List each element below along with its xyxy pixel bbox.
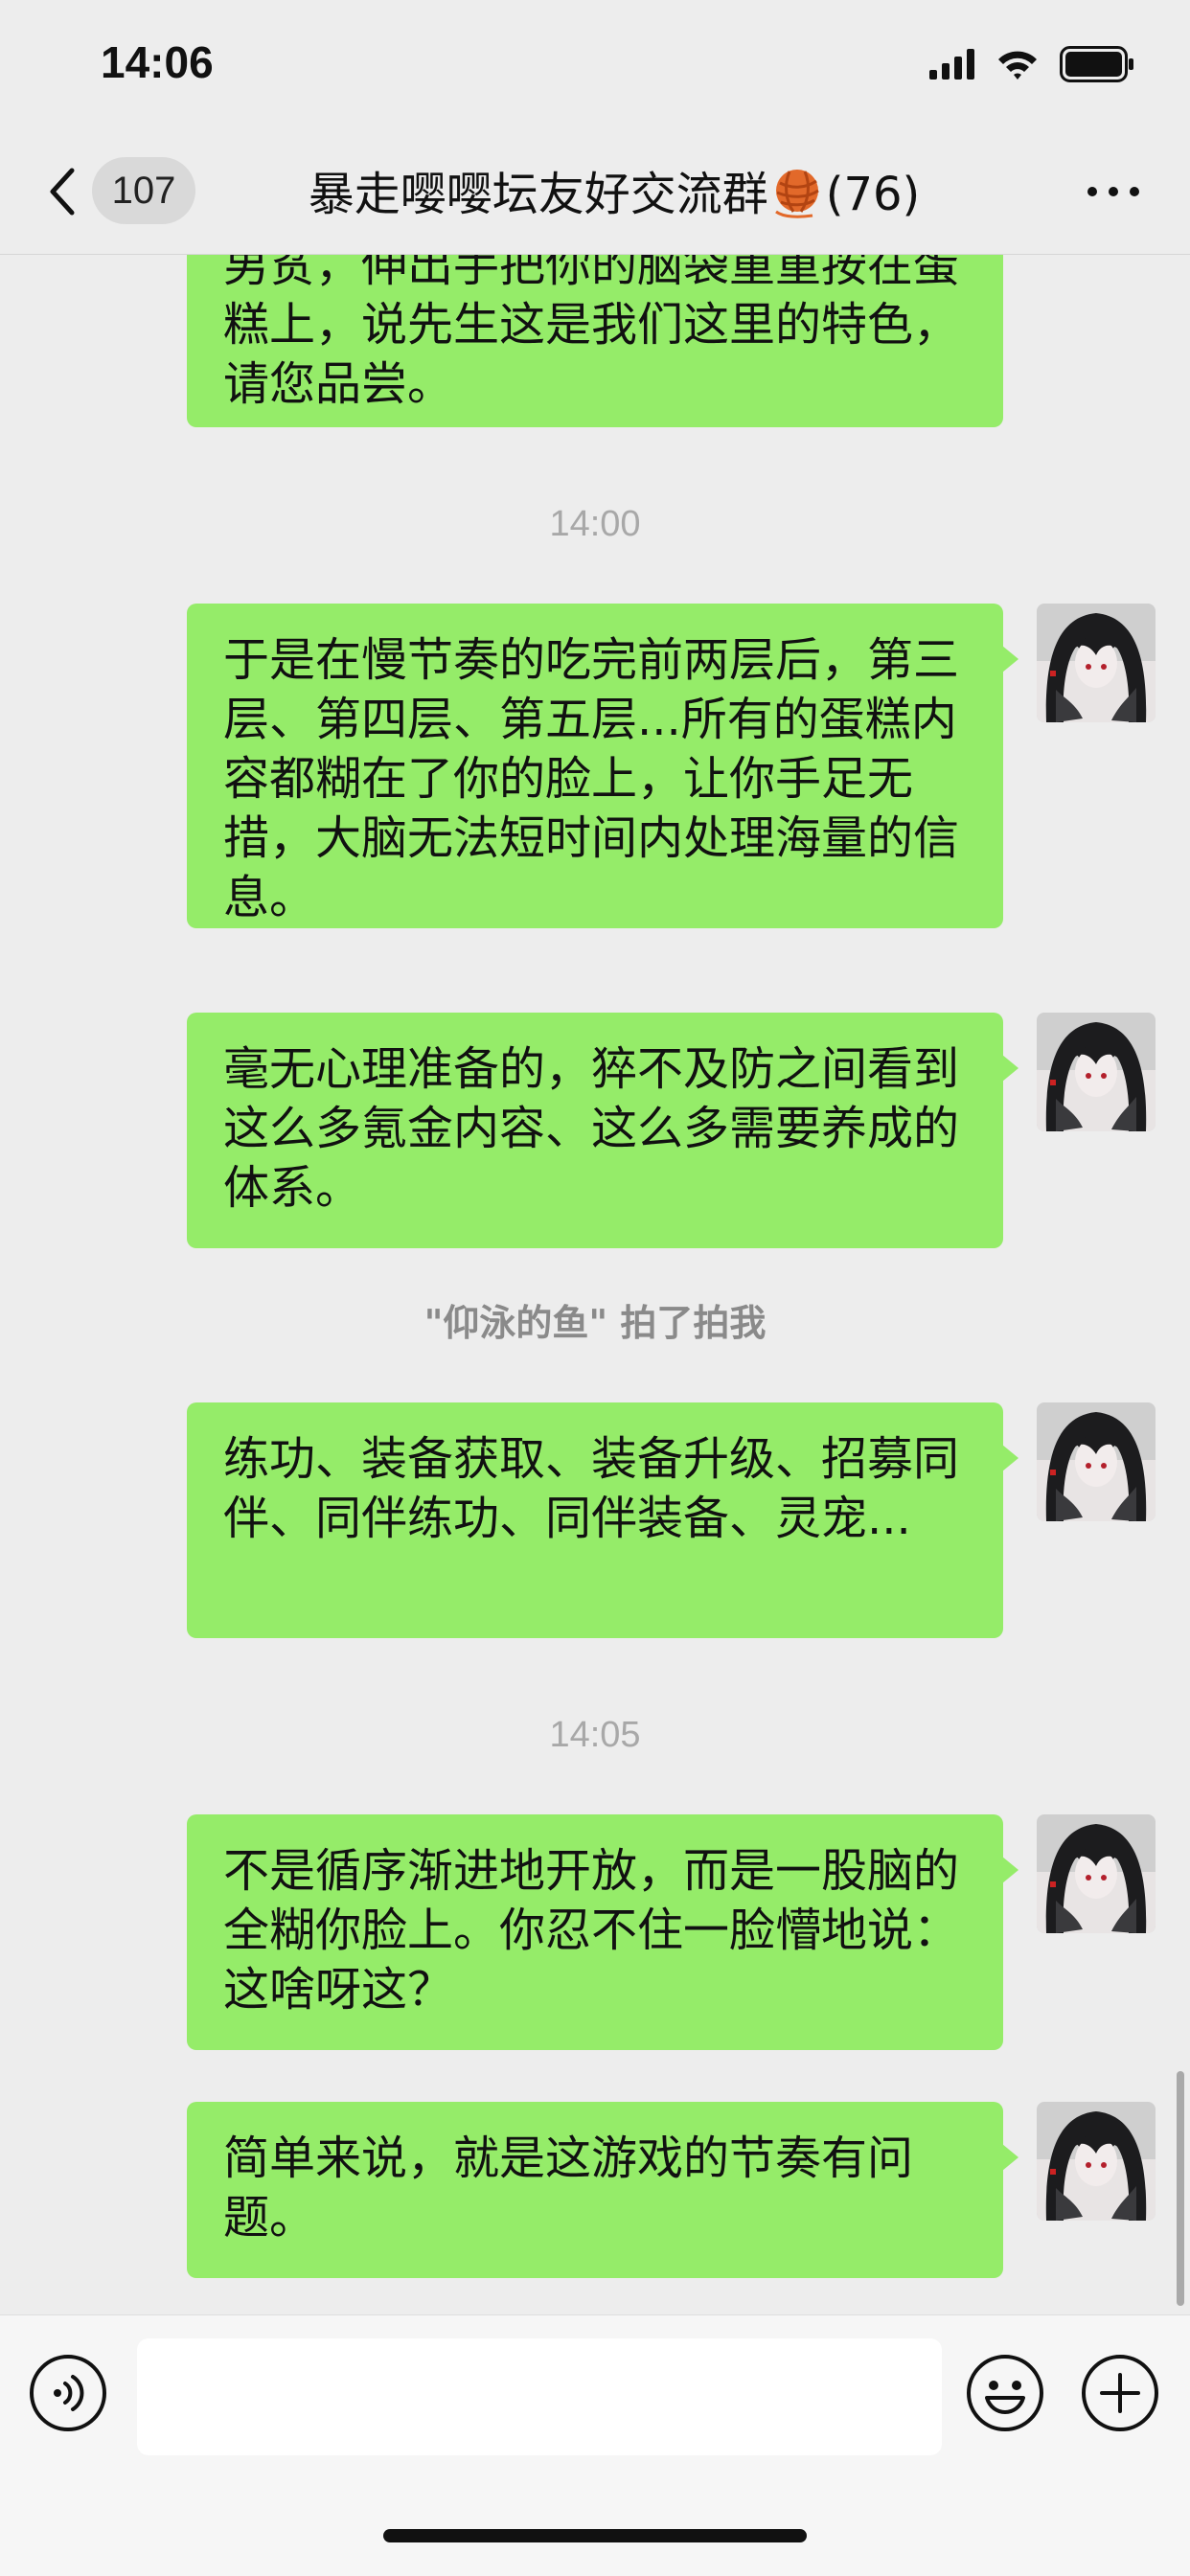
time-stamp: 14:00 — [549, 504, 641, 544]
chat-header: 107 暴走嘤嘤坛友好交流群 (76) — [0, 134, 1190, 255]
message-bubble[interactable]: 不是循序渐进地开放，而是一股脑的全糊你脸上。你忍不住一脸懵地说：这啥呀这？ — [187, 1814, 1018, 2050]
signal-icon — [929, 49, 974, 80]
emoji-icon[interactable] — [966, 2354, 1044, 2432]
home-indicator[interactable] — [383, 2529, 807, 2542]
member-count: (76) — [825, 168, 921, 221]
voice-icon[interactable] — [29, 2354, 107, 2432]
status-icons — [929, 42, 1134, 86]
chat-title-text: 暴走嘤嘤坛友好交流群 — [308, 168, 768, 221]
plus-icon[interactable] — [1081, 2354, 1159, 2432]
message-bubble[interactable]: 男贫，伸出手把你的脑袋重重按在蛋糕上，说先生这是我们这里的特色，请您品尝。 — [187, 255, 1003, 427]
message-bubble[interactable]: 毫无心理准备的，猝不及防之间看到这么多氪金内容、这么多需要养成的体系。 — [187, 1013, 1018, 1248]
avatar[interactable] — [1037, 1814, 1156, 1933]
status-time: 14:06 — [101, 37, 214, 87]
pat-notification: "仰泳的鱼" 拍了拍我 — [423, 1302, 767, 1344]
back-chevron-icon[interactable] — [43, 163, 81, 220]
yarn-ball-icon — [774, 170, 819, 218]
time-stamp: 14:05 — [549, 1715, 641, 1755]
message-bubble[interactable]: 练功、装备获取、装备升级、招募同伴、同伴练功、同伴装备、灵宠... — [187, 1402, 1018, 1638]
more-dots-icon[interactable] — [1085, 182, 1142, 201]
message-list[interactable]: 男贫，伸出手把你的脑袋重重按在蛋糕上，说先生这是我们这里的特色，请您品尝。 14… — [0, 255, 1190, 2314]
avatar[interactable] — [1037, 1402, 1156, 1521]
message-input[interactable] — [137, 2338, 942, 2455]
status-bar: 14:06 — [0, 0, 1190, 134]
battery-icon — [1060, 46, 1133, 82]
avatar[interactable] — [1037, 1013, 1156, 1131]
unread-count-badge[interactable]: 107 — [92, 157, 195, 224]
wifi-icon — [998, 51, 1037, 80]
avatar[interactable] — [1037, 604, 1156, 722]
chat-title: 暴走嘤嘤坛友好交流群 (76) — [230, 161, 998, 228]
message-bubble[interactable]: 于是在慢节奏的吃完前两层后，第三层、第四层、第五层...所有的蛋糕内容都糊在了你… — [187, 604, 1018, 928]
scrollbar[interactable] — [1177, 2071, 1184, 2306]
avatar[interactable] — [1037, 2102, 1156, 2221]
message-bubble[interactable]: 简单来说，就是这游戏的节奏有问题。 — [187, 2102, 1018, 2278]
